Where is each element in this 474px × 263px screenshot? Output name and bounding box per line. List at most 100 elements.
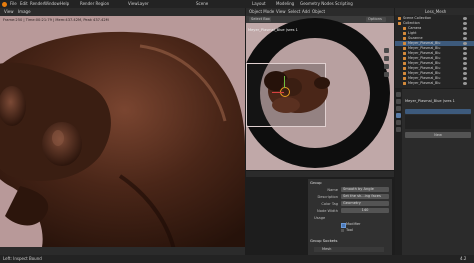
outliner: Less_Mesh Scene Collection Collection Came… — [395, 8, 474, 88]
tab-scripting[interactable]: Scripting — [335, 1, 353, 6]
visibility-eye-icon[interactable] — [463, 42, 467, 45]
sockets-header[interactable]: Group Sockets — [310, 238, 337, 243]
node-width-field[interactable]: 140 — [341, 208, 389, 213]
render-window: View Image Frame:250 | Time:00:21:79 | M… — [0, 8, 245, 255]
tool-tab-icon[interactable] — [396, 92, 401, 97]
material-tab-icon[interactable] — [396, 127, 401, 132]
visibility-eye-icon[interactable] — [463, 77, 467, 80]
material-slot-list[interactable] — [405, 115, 471, 129]
usage-label: Usage — [314, 216, 326, 220]
viewport-monkey[interactable] — [256, 63, 336, 123]
outliner-search-label[interactable]: Less_Mesh — [425, 9, 446, 14]
object-type-icon — [403, 67, 406, 70]
color-tag-label: Color Tag — [321, 202, 338, 206]
render-tab-icon[interactable] — [396, 99, 401, 104]
status-bar: Left: Inspect Bound 4.2 — [0, 255, 474, 263]
viewport-menu-object[interactable]: Object — [312, 9, 325, 14]
options-button[interactable]: Options — [366, 17, 386, 22]
menu-file[interactable]: File — [10, 1, 17, 6]
outliner-row-label: Scene Collection — [403, 16, 432, 20]
visibility-eye-icon[interactable] — [463, 62, 467, 65]
object-label: Meyer_Plasmal_Blue (sres 1 — [248, 28, 298, 32]
group-panel-header: Group — [310, 180, 322, 185]
outliner-row-label: Collection — [403, 21, 420, 25]
visibility-eye-icon[interactable] — [463, 32, 467, 35]
tab-layout[interactable]: Layout — [252, 1, 266, 6]
name-label: Name — [327, 188, 338, 192]
monkey-eye-shape — [42, 122, 82, 166]
outliner-row-label: Meyer_Plasmal_Blu — [408, 46, 441, 50]
visibility-eye-icon[interactable] — [463, 22, 467, 25]
outliner-row-label: Light — [408, 31, 417, 35]
select-box-button[interactable]: Select Box — [249, 17, 271, 22]
visibility-eye-icon[interactable] — [463, 37, 467, 40]
menu-edit[interactable]: Edit — [20, 1, 28, 6]
outliner-row-label: Meyer_Plasmal_Blu — [408, 56, 441, 60]
outliner-row[interactable]: Meyer_Plasmal_Blu — [395, 81, 474, 86]
description-label: Description — [317, 195, 338, 199]
object-type-icon — [403, 52, 406, 55]
outliner-row-label: Meyer_Plasmal_Blu — [408, 81, 441, 85]
color-tag-field[interactable]: Geometry — [341, 201, 389, 206]
visibility-eye-icon[interactable] — [463, 47, 467, 50]
visibility-eye-icon[interactable] — [463, 52, 467, 55]
visibility-eye-icon[interactable] — [463, 17, 467, 20]
viewport-3d[interactable]: Object Mode View Select Add Object Selec… — [246, 8, 394, 170]
scene-selector[interactable]: Scene — [196, 1, 208, 6]
outliner-header: Less_Mesh — [395, 8, 474, 15]
object-type-icon — [403, 27, 406, 30]
menu-render[interactable]: Render — [30, 1, 44, 6]
object-type-icon — [398, 22, 401, 25]
material-slot-selected[interactable] — [405, 109, 471, 114]
gizmo-x-axis — [272, 92, 284, 93]
tool-checkbox[interactable] — [341, 229, 344, 232]
object-tab-icon[interactable] — [396, 113, 401, 118]
menu-help[interactable]: Help — [60, 1, 69, 6]
properties-title: Meyer_Plasmal_Blue (sres 1 — [405, 99, 455, 103]
object-type-icon — [403, 57, 406, 60]
outliner-row-label: Meyer_Plasmal_Blu — [408, 71, 441, 75]
object-type-icon — [403, 37, 406, 40]
viewlayer-selector[interactable]: ViewLayer — [128, 1, 149, 6]
object-type-icon — [403, 82, 406, 85]
status-version: 4.2 — [460, 256, 467, 261]
visibility-eye-icon[interactable] — [463, 27, 467, 30]
outliner-row-label: Meyer_Plasmal_Blu — [408, 61, 441, 65]
render-header: View Image — [0, 8, 245, 16]
properties-editor: Meyer_Plasmal_Blue (sres 1 New — [395, 89, 474, 255]
render-menu-view[interactable]: View — [4, 9, 14, 14]
camera-icon[interactable] — [384, 64, 389, 69]
output-tab-icon[interactable] — [396, 106, 401, 111]
menu-window[interactable]: Window — [44, 1, 60, 6]
render-region-label[interactable]: Render Region — [80, 1, 109, 6]
new-material-button[interactable]: New — [405, 132, 471, 138]
blender-logo-icon[interactable] — [2, 1, 7, 7]
modifier-tab-icon[interactable] — [396, 120, 401, 125]
object-type-icon — [403, 47, 406, 50]
object-type-icon — [403, 32, 406, 35]
tab-modeling[interactable]: Modeling — [276, 1, 294, 6]
tab-geometry-nodes[interactable]: Geometry Nodes — [300, 1, 334, 6]
render-menu-image[interactable]: Image — [18, 9, 31, 14]
render-bottom-strip — [0, 247, 245, 255]
visibility-eye-icon[interactable] — [463, 82, 467, 85]
description-field[interactable]: Set the sh...ing faces — [341, 194, 389, 199]
status-left: Left: Inspect Bound — [3, 256, 42, 261]
visibility-eye-icon[interactable] — [463, 72, 467, 75]
socket-mesh-item[interactable]: Mesh — [314, 247, 384, 252]
viewport-menu-view[interactable]: View — [276, 9, 286, 14]
top-menu-bar: File Edit Render Window Help Render Regi… — [0, 0, 474, 8]
object-type-icon — [403, 77, 406, 80]
grid-icon[interactable] — [384, 72, 389, 77]
outliner-row-label: Meyer_Plasmal_Blu — [408, 51, 441, 55]
outliner-row-label: Suzanne — [408, 36, 423, 40]
viewport-menu-select[interactable]: Select — [288, 9, 300, 14]
viewport-mode[interactable]: Object Mode — [249, 9, 274, 14]
visibility-eye-icon[interactable] — [463, 57, 467, 60]
viewport-menu-add[interactable]: Add — [302, 9, 310, 14]
zoom-icon[interactable] — [384, 48, 389, 53]
object-type-icon — [403, 62, 406, 65]
visibility-eye-icon[interactable] — [463, 67, 467, 70]
name-field[interactable]: Smooth by Angle — [341, 187, 389, 192]
pan-icon[interactable] — [384, 56, 389, 61]
